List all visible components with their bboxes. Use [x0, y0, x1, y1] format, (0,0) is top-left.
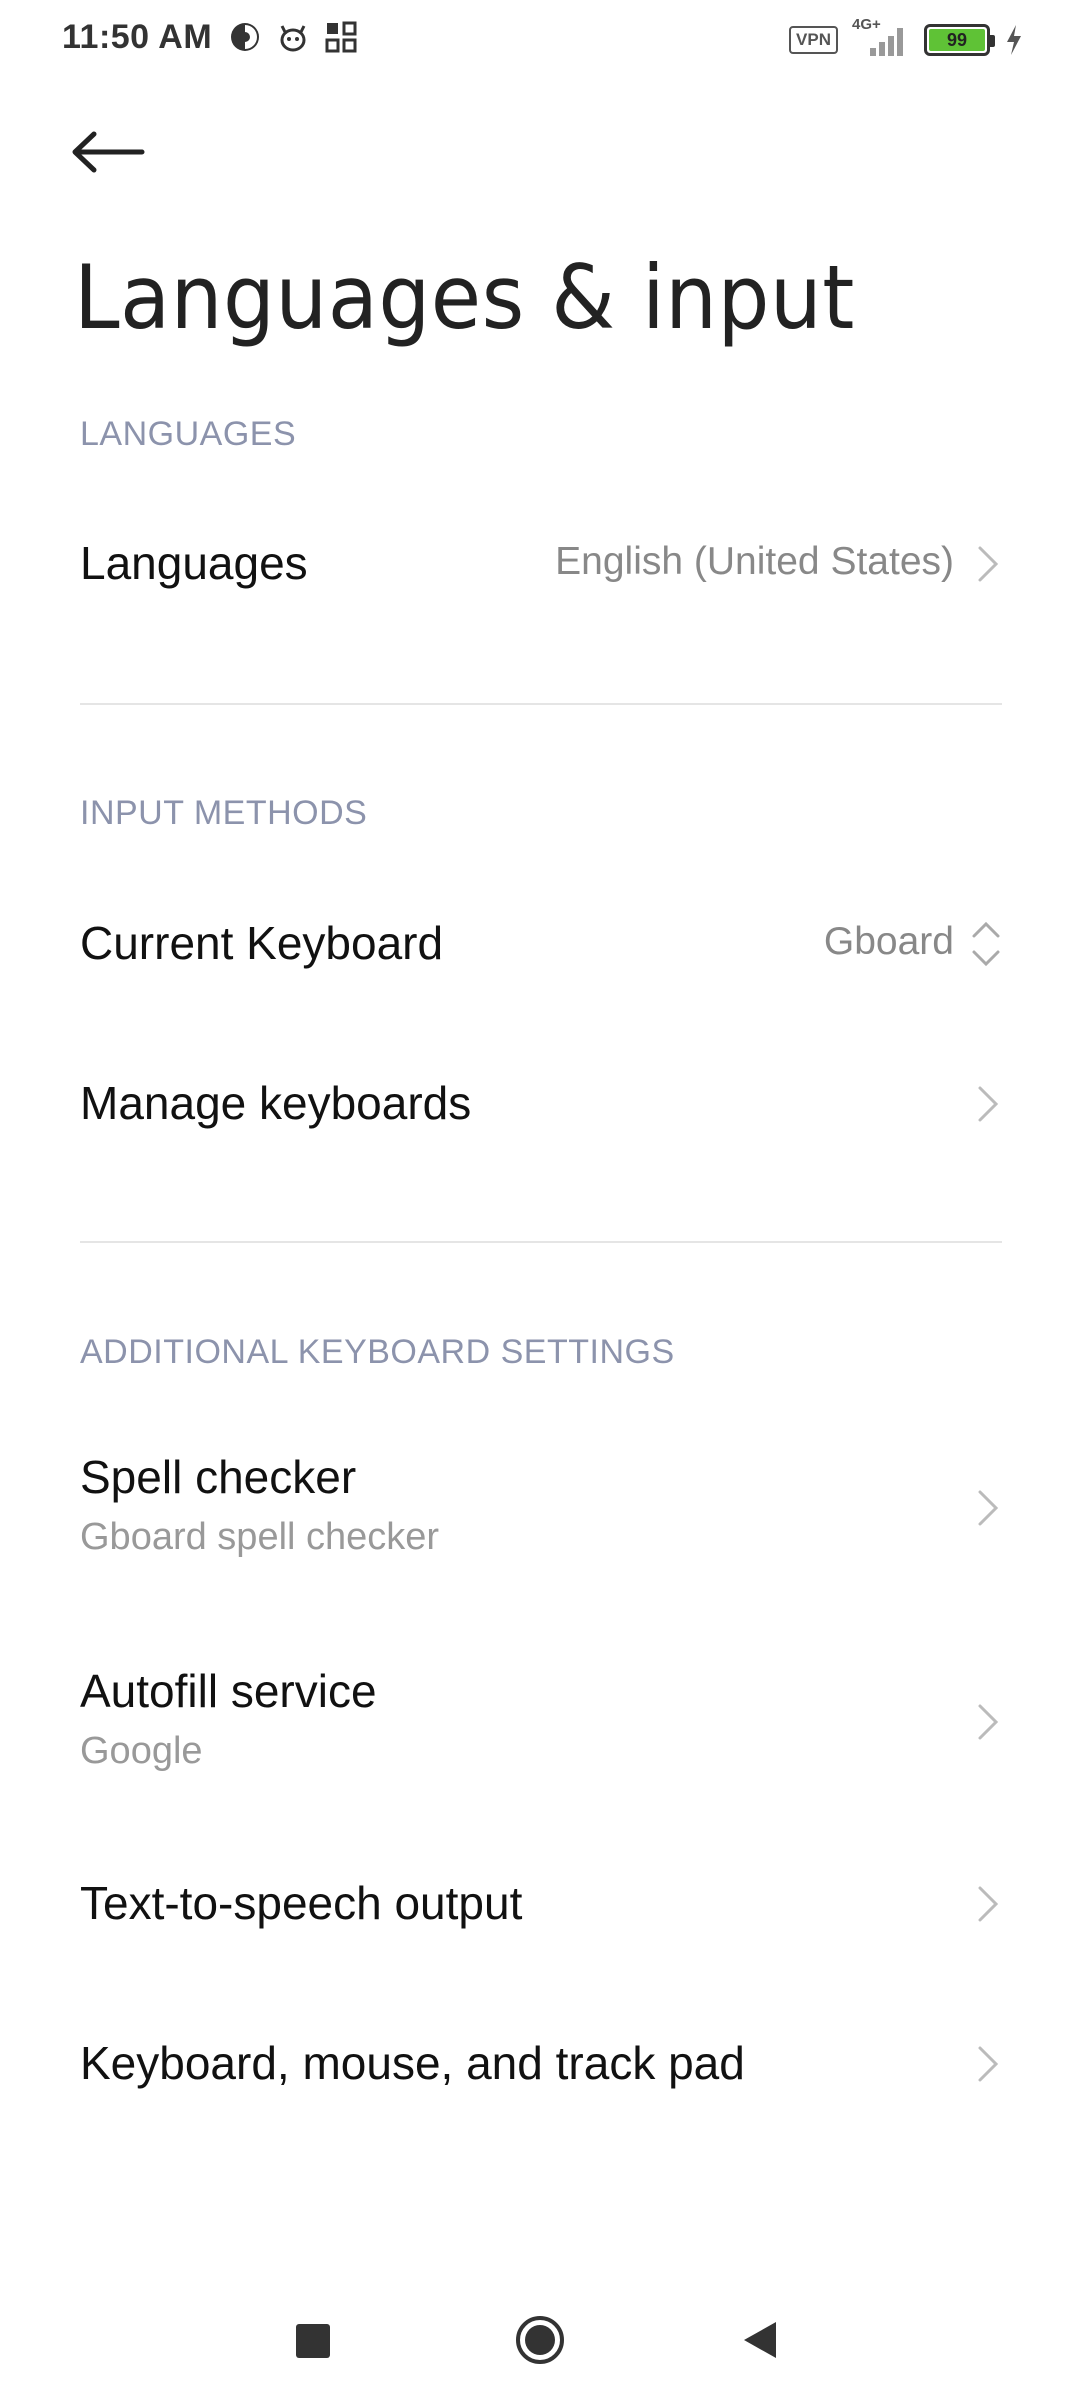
- section-header-input-methods: INPUT METHODS: [80, 794, 368, 832]
- navigation-bar: [0, 2280, 1080, 2400]
- keyboard-mouse-trackpad-row[interactable]: Keyboard, mouse, and track pad: [0, 2000, 1080, 2130]
- languages-row[interactable]: Languages English (United States): [0, 500, 1080, 630]
- status-bar: 11:50 AM VPN 4G+ 99: [0, 0, 1080, 76]
- home-circle-icon[interactable]: [514, 2314, 566, 2366]
- divider: [80, 1241, 1002, 1243]
- languages-row-value: English (United States): [555, 540, 954, 583]
- divider: [80, 703, 1002, 705]
- back-button[interactable]: [70, 112, 162, 192]
- vpn-badge: VPN: [789, 26, 838, 54]
- cat-face-icon: [280, 25, 306, 52]
- charging-bolt-icon: [1007, 25, 1021, 55]
- battery-indicator: 99: [924, 24, 995, 56]
- chevron-right-icon: [978, 546, 999, 582]
- chevron-right-icon: [978, 2046, 999, 2082]
- chevron-right-icon: [978, 1490, 999, 1526]
- data-saver-icon: [231, 23, 259, 51]
- keyboard-mouse-trackpad-title: Keyboard, mouse, and track pad: [80, 2037, 745, 2089]
- section-header-additional-keyboard-settings: ADDITIONAL KEYBOARD SETTINGS: [80, 1333, 675, 1371]
- manage-keyboards-title: Manage keyboards: [80, 1077, 472, 1129]
- back-triangle-icon[interactable]: [740, 2318, 780, 2362]
- chevron-right-icon: [978, 1704, 999, 1740]
- languages-row-title: Languages: [80, 537, 308, 589]
- autofill-service-row[interactable]: Autofill service Google: [0, 1634, 1080, 1814]
- text-to-speech-row[interactable]: Text-to-speech output: [0, 1840, 1080, 1970]
- page-title: Languages & input: [74, 246, 855, 349]
- current-keyboard-value: Gboard: [823, 920, 954, 963]
- arrow-left-icon: [72, 131, 145, 173]
- manage-keyboards-row[interactable]: Manage keyboards: [0, 1040, 1080, 1170]
- status-notification-icons: [228, 20, 358, 54]
- autofill-service-subtitle: Google: [80, 1730, 203, 1772]
- status-time: 11:50 AM: [62, 18, 213, 56]
- signal-icon: 4G+: [852, 16, 910, 60]
- current-keyboard-title: Current Keyboard: [80, 917, 444, 969]
- spell-checker-title: Spell checker: [80, 1451, 357, 1503]
- app-grid-icon: [325, 21, 357, 53]
- spell-checker-subtitle: Gboard spell checker: [80, 1516, 440, 1558]
- current-keyboard-row[interactable]: Current Keyboard Gboard: [0, 880, 1080, 1010]
- status-system-icons: VPN 4G+ 99: [789, 16, 1024, 60]
- spell-checker-row[interactable]: Spell checker Gboard spell checker: [0, 1420, 1080, 1600]
- section-header-languages: LANGUAGES: [80, 415, 297, 453]
- battery-level: 99: [929, 29, 985, 51]
- recents-square-icon[interactable]: [296, 2324, 330, 2358]
- chevron-right-icon: [978, 1886, 999, 1922]
- autofill-service-title: Autofill service: [80, 1665, 377, 1717]
- text-to-speech-title: Text-to-speech output: [80, 1877, 523, 1929]
- chevron-right-icon: [978, 1086, 999, 1122]
- chevron-up-down-icon: [972, 921, 1000, 967]
